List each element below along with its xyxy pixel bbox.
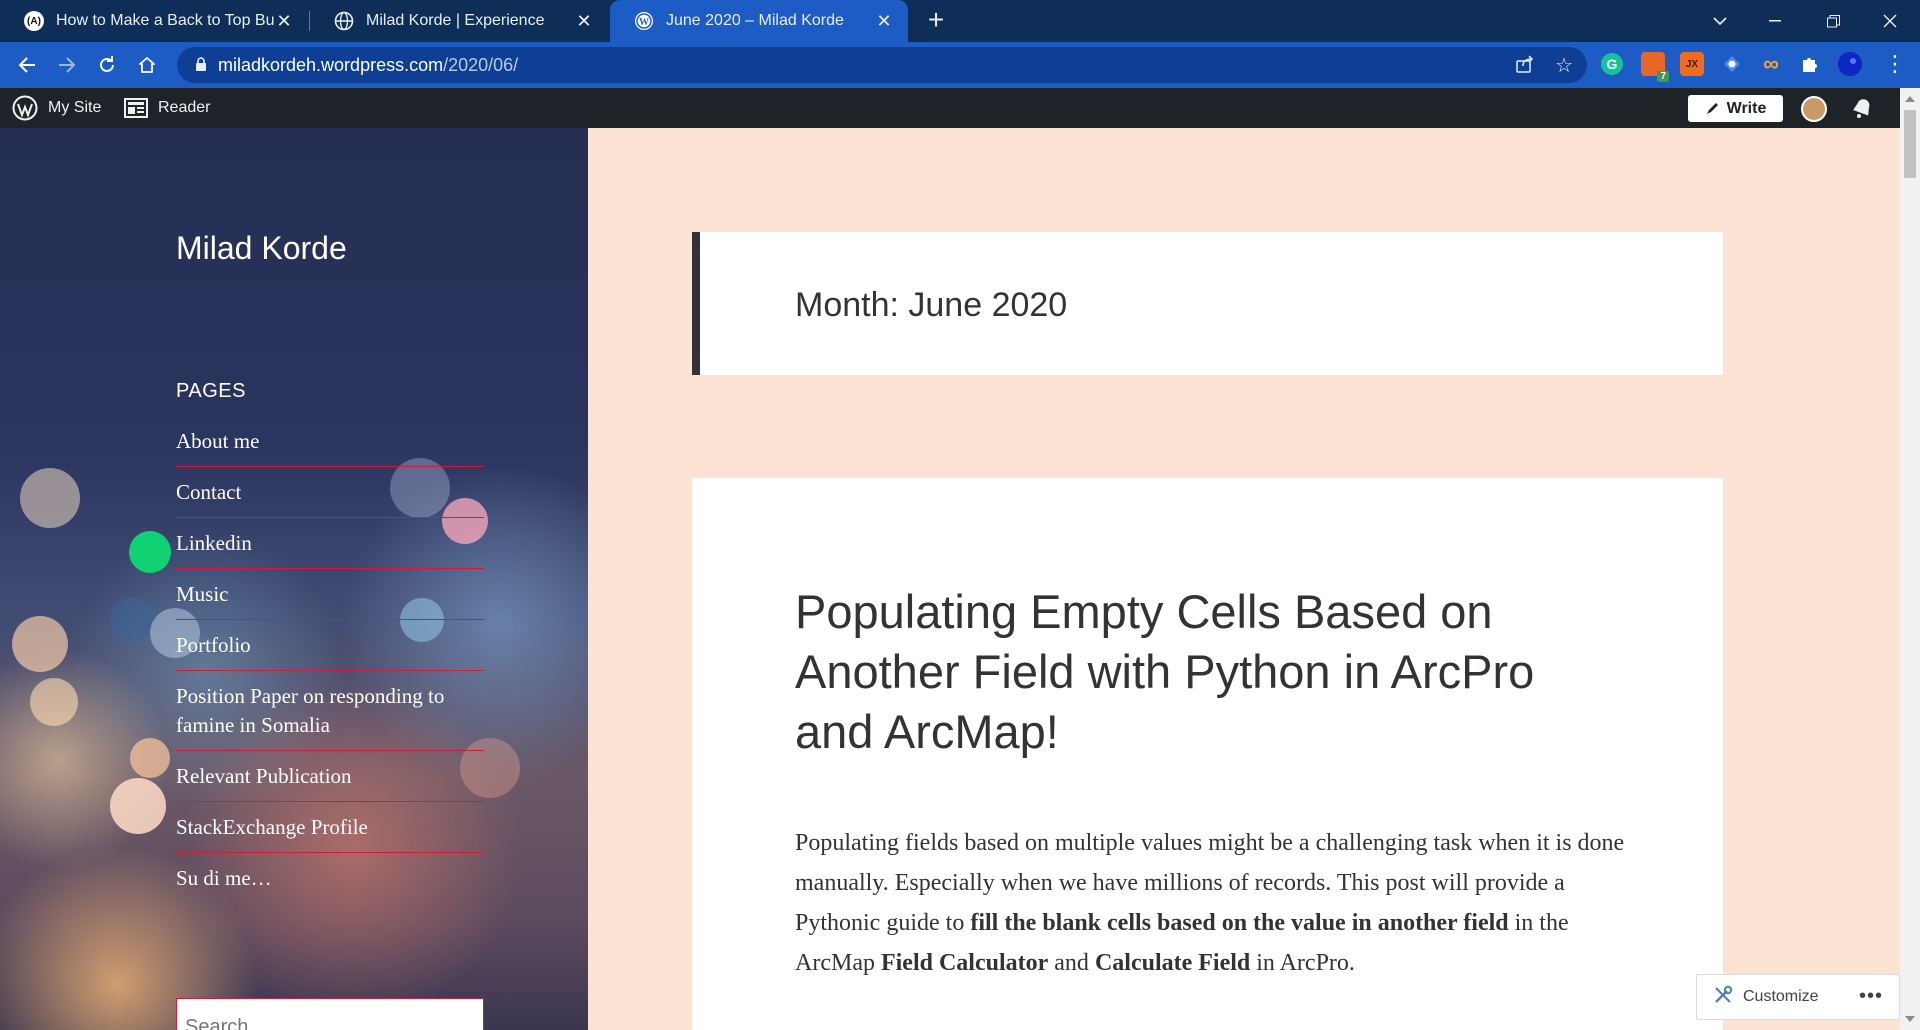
tab-title: Milad Korde | Experience bbox=[366, 12, 545, 29]
close-window-icon[interactable] bbox=[1860, 0, 1920, 42]
page-link-portfolio[interactable]: Portfolio bbox=[176, 620, 484, 671]
url-path: /2020/06/ bbox=[443, 55, 519, 75]
customize-tools-icon[interactable] bbox=[1713, 985, 1733, 1010]
tab-favicon-icon: (A) bbox=[24, 11, 44, 31]
pages-widget-heading: PAGES bbox=[176, 380, 246, 402]
page-link-su-di-me[interactable]: Su di me… bbox=[176, 853, 484, 903]
home-icon[interactable] bbox=[132, 50, 162, 80]
restore-icon[interactable] bbox=[1803, 0, 1863, 42]
tab-title: How to Make a Back to Top Butto bbox=[56, 12, 274, 29]
share-icon[interactable] bbox=[1515, 54, 1535, 79]
pages-menu: About me Contact Linkedin Music Portfoli… bbox=[176, 416, 484, 903]
blue-extension-icon[interactable] bbox=[1720, 52, 1744, 76]
reader-link[interactable]: Reader bbox=[124, 88, 210, 128]
page-link-linkedin[interactable]: Linkedin bbox=[176, 518, 484, 569]
bokeh-light bbox=[130, 738, 170, 778]
excerpt-text: and bbox=[1048, 950, 1095, 976]
browser-tab[interactable]: (A) How to Make a Back to Top Butto ✕ bbox=[0, 0, 308, 42]
back-icon[interactable] bbox=[12, 50, 42, 80]
bookmark-star-icon[interactable]: ☆ bbox=[1555, 53, 1573, 78]
page-link-music[interactable]: Music bbox=[176, 569, 484, 620]
excerpt-bold: Calculate Field bbox=[1094, 950, 1251, 976]
write-label: Write bbox=[1726, 99, 1767, 117]
lock-icon[interactable] bbox=[195, 57, 207, 77]
extension-badge-count: 7 bbox=[1657, 71, 1669, 82]
excerpt-text: in ArcPro. bbox=[1250, 950, 1355, 976]
customize-label[interactable]: Customize bbox=[1743, 988, 1819, 1006]
browser-tab-active[interactable]: W June 2020 – Milad Korde ✕ bbox=[610, 0, 908, 42]
new-tab-button[interactable]: + bbox=[922, 6, 950, 35]
archive-header: Month: June 2020 bbox=[692, 232, 1723, 375]
url-host: miladkordeh.wordpress.com bbox=[218, 55, 444, 75]
extension-badge-icon[interactable]: 7 bbox=[1641, 52, 1669, 82]
more-options-icon[interactable]: ••• bbox=[1859, 985, 1883, 1008]
tab-close-icon[interactable]: ✕ bbox=[274, 11, 294, 31]
tab-close-icon[interactable]: ✕ bbox=[574, 11, 594, 31]
archive-title: Month: June 2020 bbox=[795, 286, 1068, 324]
infinity-extension-icon[interactable]: ∞ bbox=[1759, 51, 1783, 76]
minimize-icon[interactable] bbox=[1745, 0, 1805, 42]
post-excerpt: Populating fields based on multiple valu… bbox=[795, 823, 1625, 983]
tab-search-icon[interactable] bbox=[1690, 0, 1750, 42]
scroll-down-arrow-icon[interactable] bbox=[1905, 1016, 1915, 1022]
sidebar-search bbox=[176, 998, 484, 1030]
address-bar[interactable]: miladkordeh.wordpress.com/2020/06/ ☆ bbox=[177, 47, 1587, 83]
profile-avatar[interactable] bbox=[1838, 52, 1862, 76]
bokeh-light bbox=[20, 468, 80, 528]
bokeh-light bbox=[110, 778, 166, 834]
wp-admin-bar: My Site Reader Write bbox=[0, 88, 1900, 128]
jx-extension-icon[interactable]: JX bbox=[1680, 52, 1704, 76]
write-button[interactable]: Write bbox=[1688, 95, 1783, 122]
customize-bar: Customize ••• bbox=[1696, 974, 1900, 1020]
forward-icon[interactable] bbox=[52, 50, 82, 80]
bokeh-light bbox=[12, 616, 68, 672]
pen-icon bbox=[1706, 102, 1718, 114]
user-avatar[interactable] bbox=[1801, 96, 1827, 122]
wordpress-logo-icon bbox=[12, 95, 38, 121]
page-link-contact[interactable]: Contact bbox=[176, 467, 484, 518]
page-link-position-paper[interactable]: Position Paper on responding to famine i… bbox=[176, 671, 484, 751]
site-title[interactable]: Milad Korde bbox=[176, 230, 347, 267]
post-card: Populating Empty Cells Based on Another … bbox=[692, 478, 1723, 1030]
svg-text:G: G bbox=[1607, 56, 1618, 72]
bokeh-light bbox=[30, 678, 78, 726]
reader-label: Reader bbox=[158, 99, 211, 116]
globe-icon bbox=[334, 11, 354, 31]
wordpress-favicon-icon: W bbox=[634, 11, 654, 31]
browser-menu-icon[interactable]: ⋮ bbox=[1884, 52, 1906, 76]
browser-toolbar: miladkordeh.wordpress.com/2020/06/ ☆ G 7… bbox=[0, 42, 1920, 88]
my-site-label: My Site bbox=[48, 99, 102, 116]
bokeh-light bbox=[110, 598, 154, 642]
notifications-bell-icon[interactable] bbox=[1850, 97, 1874, 124]
excerpt-bold: fill the blank cells based on the value … bbox=[970, 910, 1509, 936]
url-text[interactable]: miladkordeh.wordpress.com/2020/06/ bbox=[218, 55, 518, 76]
site-sidebar: Milad Korde PAGES About me Contact Linke… bbox=[0, 128, 588, 1030]
page-link-about-me[interactable]: About me bbox=[176, 416, 484, 467]
page-link-relevant-publication[interactable]: Relevant Publication bbox=[176, 751, 484, 802]
page-scrollbar[interactable] bbox=[1900, 88, 1920, 1030]
status-indicator-dot bbox=[129, 531, 171, 573]
tab-close-icon[interactable]: ✕ bbox=[874, 11, 894, 31]
reload-icon[interactable] bbox=[92, 50, 122, 80]
svg-text:W: W bbox=[639, 17, 649, 28]
page-link-stackexchange[interactable]: StackExchange Profile bbox=[176, 802, 484, 853]
my-site-link[interactable]: My Site bbox=[12, 88, 101, 128]
browser-tab-strip: (A) How to Make a Back to Top Butto ✕ Mi… bbox=[0, 0, 1920, 42]
post-title[interactable]: Populating Empty Cells Based on Another … bbox=[795, 582, 1625, 762]
extensions-puzzle-icon[interactable] bbox=[1798, 52, 1822, 76]
browser-tab[interactable]: Milad Korde | Experience ✕ bbox=[310, 0, 608, 42]
excerpt-bold: Field Calculator bbox=[880, 950, 1049, 976]
grammarly-icon[interactable]: G bbox=[1600, 52, 1624, 76]
search-input[interactable] bbox=[185, 1007, 475, 1030]
scrollbar-thumb[interactable] bbox=[1904, 110, 1916, 178]
tab-title: June 2020 – Milad Korde bbox=[666, 12, 844, 29]
reader-icon bbox=[124, 98, 148, 118]
scroll-up-arrow-icon[interactable] bbox=[1905, 96, 1915, 102]
